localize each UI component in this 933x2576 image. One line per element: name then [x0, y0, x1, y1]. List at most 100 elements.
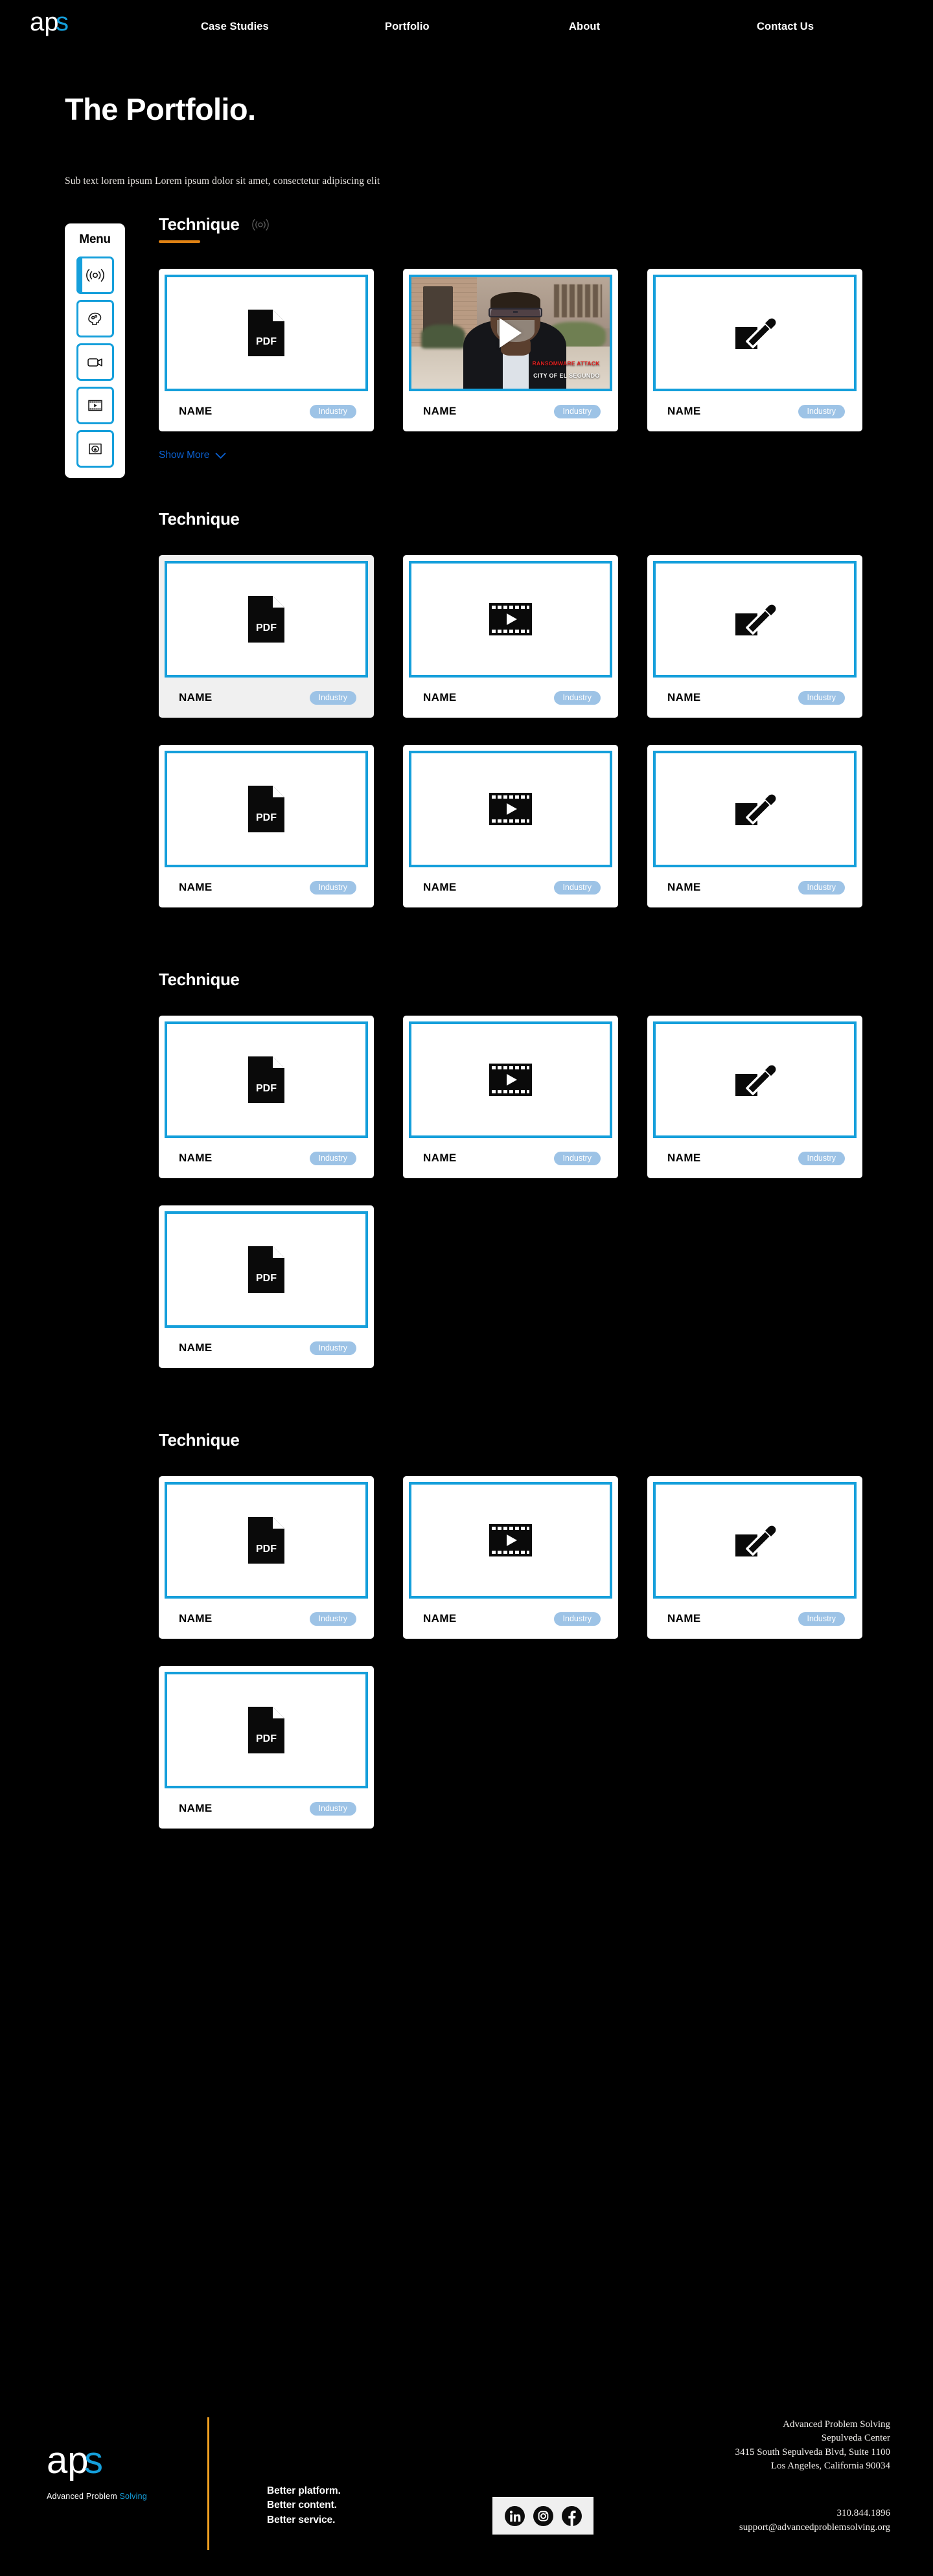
- card-thumbnail: [653, 561, 857, 678]
- card-industry-chip: Industry: [798, 1151, 845, 1166]
- portfolio-card[interactable]: NAME Industry: [403, 555, 618, 718]
- card-meta: NAME Industry: [653, 678, 857, 718]
- menu-item-sticker-star[interactable]: [76, 430, 114, 468]
- section-title: Technique: [159, 509, 240, 529]
- portfolio-card[interactable]: PDF NAME Industry: [159, 745, 374, 908]
- film-play-icon: [489, 1064, 532, 1097]
- pdf-icon: PDF: [248, 1517, 284, 1564]
- portfolio-card[interactable]: RANSOMWARE ATTACK CITY OF EL SEGUNDO NAM…: [403, 269, 618, 432]
- card-industry-chip: Industry: [798, 404, 845, 419]
- pdf-icon: PDF: [248, 1707, 284, 1754]
- card-name: NAME: [179, 1802, 213, 1815]
- pdf-icon: PDF: [248, 310, 284, 357]
- menu-item-video-camera[interactable]: [76, 343, 114, 382]
- aps-logo[interactable]: ap s: [30, 7, 76, 46]
- footer-logo[interactable]: ap s Advanced Problem Solving: [47, 2439, 147, 2501]
- pen-edit-icon: [735, 318, 776, 350]
- technique-section-4: Technique PDF NAME Industry NAME Industr…: [159, 1430, 894, 1829]
- pen-edit-icon: [735, 1525, 776, 1557]
- footer-tagline-b: Solving: [119, 2492, 147, 2501]
- footer-slogan: Better platform. Better content. Better …: [267, 2484, 341, 2527]
- portfolio-card[interactable]: PDF NAME Industry: [159, 1205, 374, 1369]
- card-name: NAME: [179, 1152, 213, 1165]
- card-meta: NAME Industry: [165, 678, 368, 718]
- footer-slogan-line2: Better content.: [267, 2500, 337, 2511]
- card-thumbnail: [653, 1021, 857, 1139]
- portfolio-card[interactable]: NAME Industry: [403, 1016, 618, 1179]
- address-line-1: Advanced Problem Solving: [783, 2419, 890, 2430]
- portfolio-card[interactable]: NAME Industry: [647, 269, 862, 432]
- footer-email[interactable]: support@advancedproblemsolving.org: [739, 2521, 890, 2535]
- sticker-star-icon: [88, 444, 102, 455]
- nav-item-contact-us[interactable]: Contact Us: [757, 21, 933, 33]
- footer-address: Advanced Problem Solving Sepulveda Cente…: [735, 2418, 890, 2473]
- facebook-icon: [561, 2505, 582, 2526]
- footer-divider: [207, 2417, 209, 2550]
- section-underline: [159, 240, 200, 244]
- menu-item-brain-head[interactable]: [76, 300, 114, 338]
- portfolio-card[interactable]: PDF NAME Industry: [159, 1016, 374, 1179]
- card-industry-chip: Industry: [309, 1151, 356, 1166]
- card-thumbnail: [409, 1482, 612, 1599]
- section-title: Technique: [159, 1430, 240, 1450]
- top-navigation-bar: ap s Case Studies Portfolio About Contac…: [0, 0, 933, 53]
- technique-section-2: Technique PDF NAME Industry NAME Industr…: [159, 509, 894, 908]
- card-thumbnail: PDF: [165, 275, 368, 392]
- portfolio-card[interactable]: NAME Industry: [647, 745, 862, 908]
- main-nav: Case Studies Portfolio About Contact Us: [201, 21, 933, 33]
- portfolio-card[interactable]: PDF NAME Industry: [159, 269, 374, 432]
- footer-slogan-line3: Better service.: [267, 2514, 336, 2525]
- card-industry-chip: Industry: [798, 1612, 845, 1626]
- svg-text:PDF: PDF: [256, 622, 277, 633]
- aps-logo-mark: ap s: [47, 2439, 103, 2481]
- card-thumbnail: PDF: [165, 751, 368, 868]
- menu-item-film-play[interactable]: [76, 387, 114, 425]
- card-thumbnail: [409, 751, 612, 868]
- portfolio-card[interactable]: PDF NAME Industry: [159, 1476, 374, 1639]
- svg-text:PDF: PDF: [256, 336, 277, 347]
- section-header: Technique: [159, 970, 894, 990]
- linkedin-link[interactable]: [504, 2505, 525, 2526]
- nav-item-case-studies[interactable]: Case Studies: [201, 21, 385, 33]
- facebook-link[interactable]: [561, 2505, 582, 2526]
- card-thumbnail: PDF: [165, 561, 368, 678]
- section-title: Technique: [159, 970, 240, 990]
- svg-text:s: s: [84, 2442, 103, 2481]
- address-line-3: 3415 South Sepulveda Blvd, Suite 1100: [735, 2446, 890, 2457]
- film-play-icon: [87, 400, 102, 411]
- portfolio-card[interactable]: NAME Industry: [647, 1016, 862, 1179]
- card-thumbnail: RANSOMWARE ATTACK CITY OF EL SEGUNDO: [409, 275, 612, 392]
- portfolio-card[interactable]: NAME Industry: [403, 745, 618, 908]
- svg-text:PDF: PDF: [256, 1083, 277, 1094]
- footer-phone[interactable]: 310.844.1896: [739, 2507, 891, 2521]
- section-header: Technique: [159, 214, 894, 234]
- footer-contact: 310.844.1896 support@advancedproblemsolv…: [739, 2507, 890, 2535]
- instagram-icon: [533, 2505, 553, 2526]
- portfolio-card[interactable]: NAME Industry: [403, 1476, 618, 1639]
- portfolio-card[interactable]: PDF NAME Industry: [159, 1666, 374, 1829]
- page-title: The Portfolio.: [65, 92, 256, 126]
- svg-text:PDF: PDF: [256, 1733, 277, 1744]
- address-line-4: Los Angeles, California 90034: [770, 2460, 890, 2471]
- play-icon[interactable]: [500, 318, 522, 348]
- sections-container: Technique PDF NAME Industry RANSOMWARE A…: [0, 214, 933, 1829]
- film-play-icon: [489, 793, 532, 826]
- card-industry-chip: Industry: [553, 880, 601, 895]
- portfolio-card[interactable]: NAME Industry: [647, 1476, 862, 1639]
- site-footer: ap s Advanced Problem Solving Better pla…: [0, 2384, 933, 2576]
- card-industry-chip: Industry: [309, 690, 356, 705]
- instagram-link[interactable]: [533, 2505, 553, 2526]
- portfolio-card[interactable]: NAME Industry: [647, 555, 862, 718]
- filter-menu-rail: Menu: [65, 223, 125, 479]
- nav-item-portfolio[interactable]: Portfolio: [385, 21, 569, 33]
- show-more-button[interactable]: Show More: [159, 450, 226, 461]
- card-thumbnail: [653, 751, 857, 868]
- card-name: NAME: [667, 691, 701, 704]
- menu-item-broadcast[interactable]: [76, 256, 114, 295]
- card-industry-chip: Industry: [553, 1612, 601, 1626]
- card-meta: NAME Industry: [165, 1788, 368, 1829]
- portfolio-card[interactable]: PDF NAME Industry: [159, 555, 374, 718]
- section-header: Technique: [159, 1430, 894, 1450]
- nav-item-about[interactable]: About: [569, 21, 757, 33]
- card-name: NAME: [667, 1152, 701, 1165]
